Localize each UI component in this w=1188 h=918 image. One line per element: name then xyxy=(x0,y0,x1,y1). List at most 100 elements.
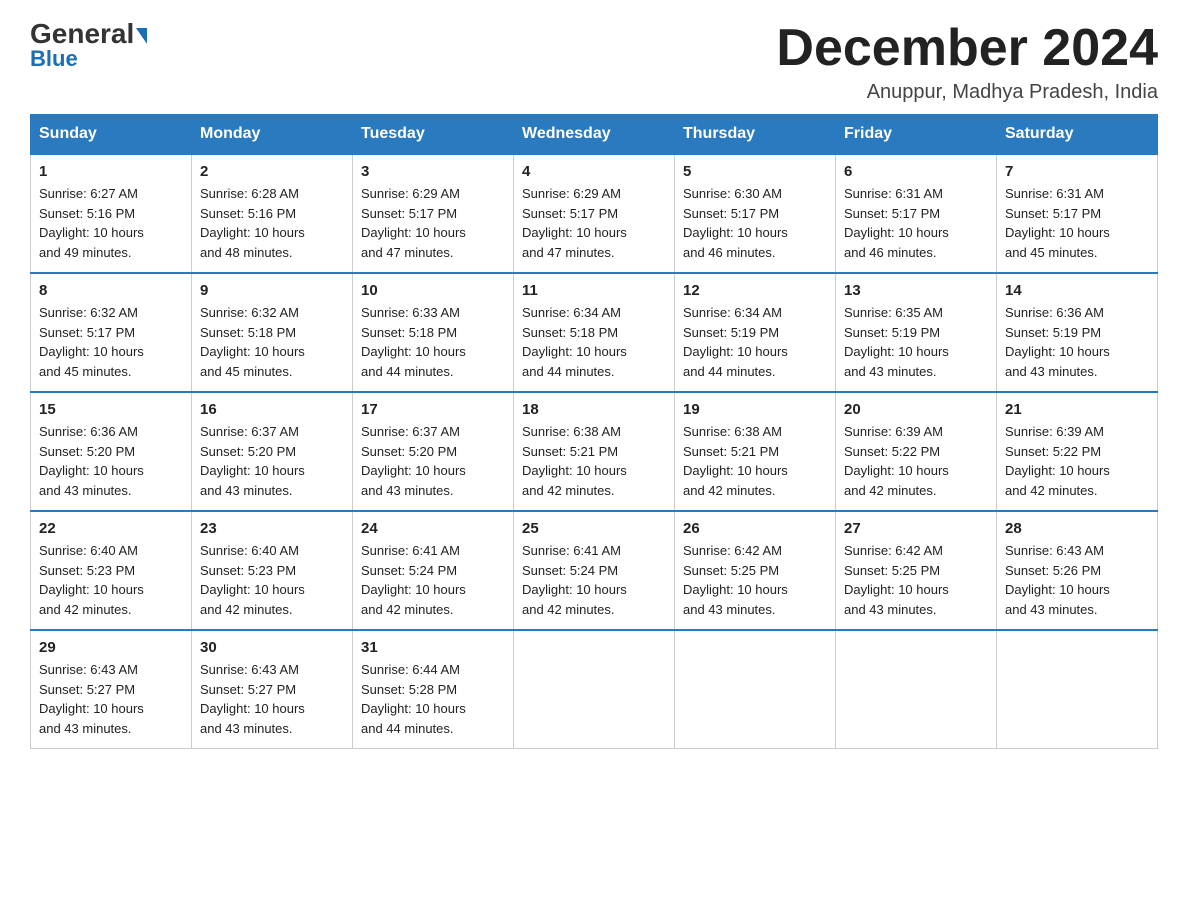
day-number: 1 xyxy=(39,163,183,180)
day-info: Sunrise: 6:37 AMSunset: 5:20 PMDaylight:… xyxy=(200,422,344,500)
title-section: December 2024 Anuppur, Madhya Pradesh, I… xyxy=(776,20,1158,104)
day-number: 11 xyxy=(522,282,666,299)
day-number: 26 xyxy=(683,520,827,537)
day-number: 24 xyxy=(361,520,505,537)
day-number: 25 xyxy=(522,520,666,537)
logo-general: General xyxy=(30,20,147,48)
calendar-cell: 5 Sunrise: 6:30 AMSunset: 5:17 PMDayligh… xyxy=(675,154,836,273)
month-title: December 2024 xyxy=(776,20,1158,77)
calendar-cell: 21 Sunrise: 6:39 AMSunset: 5:22 PMDaylig… xyxy=(997,392,1158,511)
day-number: 10 xyxy=(361,282,505,299)
day-info: Sunrise: 6:30 AMSunset: 5:17 PMDaylight:… xyxy=(683,184,827,262)
day-info: Sunrise: 6:31 AMSunset: 5:17 PMDaylight:… xyxy=(844,184,988,262)
day-info: Sunrise: 6:29 AMSunset: 5:17 PMDaylight:… xyxy=(522,184,666,262)
calendar-cell: 12 Sunrise: 6:34 AMSunset: 5:19 PMDaylig… xyxy=(675,273,836,392)
calendar-cell: 20 Sunrise: 6:39 AMSunset: 5:22 PMDaylig… xyxy=(836,392,997,511)
day-info: Sunrise: 6:43 AMSunset: 5:27 PMDaylight:… xyxy=(39,660,183,738)
weekday-header-wednesday: Wednesday xyxy=(514,115,675,155)
calendar-cell: 22 Sunrise: 6:40 AMSunset: 5:23 PMDaylig… xyxy=(31,511,192,630)
day-info: Sunrise: 6:32 AMSunset: 5:18 PMDaylight:… xyxy=(200,303,344,381)
day-info: Sunrise: 6:36 AMSunset: 5:20 PMDaylight:… xyxy=(39,422,183,500)
calendar-cell: 13 Sunrise: 6:35 AMSunset: 5:19 PMDaylig… xyxy=(836,273,997,392)
calendar-cell: 23 Sunrise: 6:40 AMSunset: 5:23 PMDaylig… xyxy=(192,511,353,630)
day-info: Sunrise: 6:39 AMSunset: 5:22 PMDaylight:… xyxy=(844,422,988,500)
calendar-cell: 28 Sunrise: 6:43 AMSunset: 5:26 PMDaylig… xyxy=(997,511,1158,630)
day-number: 17 xyxy=(361,401,505,418)
calendar-cell: 15 Sunrise: 6:36 AMSunset: 5:20 PMDaylig… xyxy=(31,392,192,511)
logo-blue-text: Blue xyxy=(30,46,78,72)
calendar-cell: 9 Sunrise: 6:32 AMSunset: 5:18 PMDayligh… xyxy=(192,273,353,392)
calendar-cell: 14 Sunrise: 6:36 AMSunset: 5:19 PMDaylig… xyxy=(997,273,1158,392)
calendar-cell: 1 Sunrise: 6:27 AMSunset: 5:16 PMDayligh… xyxy=(31,154,192,273)
calendar-cell: 6 Sunrise: 6:31 AMSunset: 5:17 PMDayligh… xyxy=(836,154,997,273)
day-number: 12 xyxy=(683,282,827,299)
day-info: Sunrise: 6:35 AMSunset: 5:19 PMDaylight:… xyxy=(844,303,988,381)
calendar-cell: 8 Sunrise: 6:32 AMSunset: 5:17 PMDayligh… xyxy=(31,273,192,392)
weekday-header-sunday: Sunday xyxy=(31,115,192,155)
day-info: Sunrise: 6:36 AMSunset: 5:19 PMDaylight:… xyxy=(1005,303,1149,381)
day-number: 7 xyxy=(1005,163,1149,180)
calendar-cell: 4 Sunrise: 6:29 AMSunset: 5:17 PMDayligh… xyxy=(514,154,675,273)
calendar-cell: 3 Sunrise: 6:29 AMSunset: 5:17 PMDayligh… xyxy=(353,154,514,273)
calendar-cell: 25 Sunrise: 6:41 AMSunset: 5:24 PMDaylig… xyxy=(514,511,675,630)
calendar-cell: 17 Sunrise: 6:37 AMSunset: 5:20 PMDaylig… xyxy=(353,392,514,511)
day-number: 2 xyxy=(200,163,344,180)
day-number: 9 xyxy=(200,282,344,299)
calendar-week-row: 8 Sunrise: 6:32 AMSunset: 5:17 PMDayligh… xyxy=(31,273,1158,392)
day-number: 31 xyxy=(361,639,505,656)
day-number: 13 xyxy=(844,282,988,299)
day-number: 15 xyxy=(39,401,183,418)
day-info: Sunrise: 6:40 AMSunset: 5:23 PMDaylight:… xyxy=(39,541,183,619)
calendar-cell xyxy=(997,630,1158,749)
day-info: Sunrise: 6:31 AMSunset: 5:17 PMDaylight:… xyxy=(1005,184,1149,262)
calendar-cell: 29 Sunrise: 6:43 AMSunset: 5:27 PMDaylig… xyxy=(31,630,192,749)
day-number: 27 xyxy=(844,520,988,537)
calendar-cell: 2 Sunrise: 6:28 AMSunset: 5:16 PMDayligh… xyxy=(192,154,353,273)
day-info: Sunrise: 6:34 AMSunset: 5:19 PMDaylight:… xyxy=(683,303,827,381)
day-info: Sunrise: 6:42 AMSunset: 5:25 PMDaylight:… xyxy=(844,541,988,619)
calendar-cell: 30 Sunrise: 6:43 AMSunset: 5:27 PMDaylig… xyxy=(192,630,353,749)
day-info: Sunrise: 6:34 AMSunset: 5:18 PMDaylight:… xyxy=(522,303,666,381)
calendar-cell xyxy=(836,630,997,749)
day-info: Sunrise: 6:28 AMSunset: 5:16 PMDaylight:… xyxy=(200,184,344,262)
day-number: 3 xyxy=(361,163,505,180)
day-number: 5 xyxy=(683,163,827,180)
calendar-week-row: 1 Sunrise: 6:27 AMSunset: 5:16 PMDayligh… xyxy=(31,154,1158,273)
day-info: Sunrise: 6:40 AMSunset: 5:23 PMDaylight:… xyxy=(200,541,344,619)
day-info: Sunrise: 6:32 AMSunset: 5:17 PMDaylight:… xyxy=(39,303,183,381)
day-info: Sunrise: 6:38 AMSunset: 5:21 PMDaylight:… xyxy=(683,422,827,500)
location-text: Anuppur, Madhya Pradesh, India xyxy=(776,81,1158,104)
weekday-header-friday: Friday xyxy=(836,115,997,155)
calendar-table: SundayMondayTuesdayWednesdayThursdayFrid… xyxy=(30,114,1158,749)
calendar-cell: 27 Sunrise: 6:42 AMSunset: 5:25 PMDaylig… xyxy=(836,511,997,630)
weekday-header-row: SundayMondayTuesdayWednesdayThursdayFrid… xyxy=(31,115,1158,155)
weekday-header-thursday: Thursday xyxy=(675,115,836,155)
weekday-header-saturday: Saturday xyxy=(997,115,1158,155)
page-header: General Blue December 2024 Anuppur, Madh… xyxy=(30,20,1158,104)
day-number: 19 xyxy=(683,401,827,418)
calendar-cell: 26 Sunrise: 6:42 AMSunset: 5:25 PMDaylig… xyxy=(675,511,836,630)
day-number: 8 xyxy=(39,282,183,299)
day-number: 23 xyxy=(200,520,344,537)
day-info: Sunrise: 6:37 AMSunset: 5:20 PMDaylight:… xyxy=(361,422,505,500)
day-info: Sunrise: 6:33 AMSunset: 5:18 PMDaylight:… xyxy=(361,303,505,381)
calendar-cell: 11 Sunrise: 6:34 AMSunset: 5:18 PMDaylig… xyxy=(514,273,675,392)
day-info: Sunrise: 6:41 AMSunset: 5:24 PMDaylight:… xyxy=(522,541,666,619)
day-number: 21 xyxy=(1005,401,1149,418)
weekday-header-tuesday: Tuesday xyxy=(353,115,514,155)
day-number: 18 xyxy=(522,401,666,418)
day-info: Sunrise: 6:43 AMSunset: 5:27 PMDaylight:… xyxy=(200,660,344,738)
day-info: Sunrise: 6:42 AMSunset: 5:25 PMDaylight:… xyxy=(683,541,827,619)
day-info: Sunrise: 6:38 AMSunset: 5:21 PMDaylight:… xyxy=(522,422,666,500)
calendar-week-row: 15 Sunrise: 6:36 AMSunset: 5:20 PMDaylig… xyxy=(31,392,1158,511)
calendar-cell: 31 Sunrise: 6:44 AMSunset: 5:28 PMDaylig… xyxy=(353,630,514,749)
day-info: Sunrise: 6:27 AMSunset: 5:16 PMDaylight:… xyxy=(39,184,183,262)
calendar-cell: 18 Sunrise: 6:38 AMSunset: 5:21 PMDaylig… xyxy=(514,392,675,511)
weekday-header-monday: Monday xyxy=(192,115,353,155)
day-number: 29 xyxy=(39,639,183,656)
day-info: Sunrise: 6:43 AMSunset: 5:26 PMDaylight:… xyxy=(1005,541,1149,619)
day-info: Sunrise: 6:39 AMSunset: 5:22 PMDaylight:… xyxy=(1005,422,1149,500)
calendar-cell: 7 Sunrise: 6:31 AMSunset: 5:17 PMDayligh… xyxy=(997,154,1158,273)
calendar-cell: 24 Sunrise: 6:41 AMSunset: 5:24 PMDaylig… xyxy=(353,511,514,630)
logo: General Blue xyxy=(30,20,147,72)
